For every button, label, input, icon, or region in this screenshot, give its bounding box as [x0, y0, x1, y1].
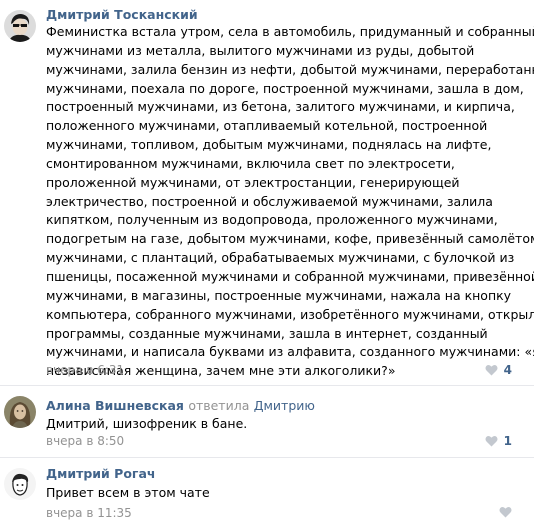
comment-timestamp[interactable]: вчера в 8:50	[46, 434, 124, 448]
author-name[interactable]: Дмитрий Тосканский	[46, 7, 198, 22]
avatar[interactable]	[4, 10, 36, 42]
comment-text-line: Феминистка встала утром, села в автомоби…	[46, 24, 534, 39]
reply-to-link[interactable]: Дмитрию	[254, 398, 315, 413]
comment-text-line: мужчинами из металла, вылитого мужчинами…	[46, 42, 475, 58]
comment-text-line: построенный мужчинами, из бетона, залито…	[46, 99, 515, 115]
comment-text-line: мужчинами, поехала по дороге, построенно…	[46, 80, 524, 96]
comment-text-line: положенного мужчинами, отапливаемый коте…	[46, 118, 488, 134]
like-button[interactable]: 4	[485, 363, 512, 377]
author-name-text[interactable]: Дмитрий Тосканский	[46, 7, 198, 22]
author-name-text[interactable]: Алина Вишневская	[46, 398, 184, 413]
avatar[interactable]	[4, 468, 36, 500]
comment-text-line: компьютера, собранного мужчинами, изобре…	[46, 306, 534, 322]
comment-text-line: смонтированном мужчинами, включила свет …	[46, 155, 455, 171]
reply-label: ответила	[188, 398, 250, 413]
like-count: 4	[503, 363, 512, 377]
comment-text-line: Дмитрий, шизофреник в бане.	[46, 416, 248, 431]
comment-text-line: мужчинами, с плантаций, обрабатываемых м…	[46, 250, 515, 266]
comment-text-line: Привет всем в этом чате	[46, 485, 210, 500]
comment-text-line: пшеницы, посаженной мужчинами и собранно…	[46, 268, 534, 284]
like-button[interactable]	[499, 506, 512, 518]
heart-icon	[499, 506, 512, 518]
avatar[interactable]	[4, 396, 36, 428]
comment: Дмитрий Тосканский Феминистка встала утр…	[0, 0, 534, 384]
like-button[interactable]: 1	[485, 434, 512, 448]
author-name: Алина Вишневская ответила Дмитрию	[46, 398, 315, 413]
author-name-text[interactable]: Дмитрий Рогач	[46, 466, 155, 481]
comment-text-line: проложенной мужчинами, от электростанции…	[46, 174, 460, 190]
comment-text-line: мужчинами, и написала буквами из алфавит…	[46, 344, 534, 360]
comment-text: Дмитрий, шизофреник в бане.	[46, 415, 534, 434]
comment-text-line: мужчинами, в магазины, построенные мужчи…	[46, 287, 512, 303]
comment-text-line: кипятком, полученным из водопровода, про…	[46, 212, 498, 228]
comment-text-line: подогретым на газе, добытом мужчинами, к…	[46, 231, 534, 247]
comment-timestamp[interactable]: вчера в 6:31	[46, 363, 124, 377]
comment-text-line: программы, созданные мужчинами, зашла в …	[46, 325, 488, 341]
comment-text-line: мужчинами, залила бензин из нефти, добыт…	[46, 61, 534, 77]
comment: Дмитрий Рогач Привет всем в этом чате вч…	[0, 458, 534, 524]
comment-text: Феминистка встала утром, села в автомоби…	[46, 23, 534, 381]
author-name: Дмитрий Рогач	[46, 466, 155, 481]
heart-icon	[485, 364, 498, 376]
comment-text-line: электричество, построенной и обслуживаем…	[46, 193, 493, 209]
comment-text-line: мужчинами, топливом, добытым мужчинами, …	[46, 137, 492, 153]
comment-timestamp[interactable]: вчера в 11:35	[46, 506, 132, 520]
comment: Алина Вишневская ответила Дмитрию Дмитри…	[0, 386, 534, 456]
comment-text: Привет всем в этом чате	[46, 484, 534, 503]
heart-icon	[485, 435, 498, 447]
like-count: 1	[503, 434, 512, 448]
